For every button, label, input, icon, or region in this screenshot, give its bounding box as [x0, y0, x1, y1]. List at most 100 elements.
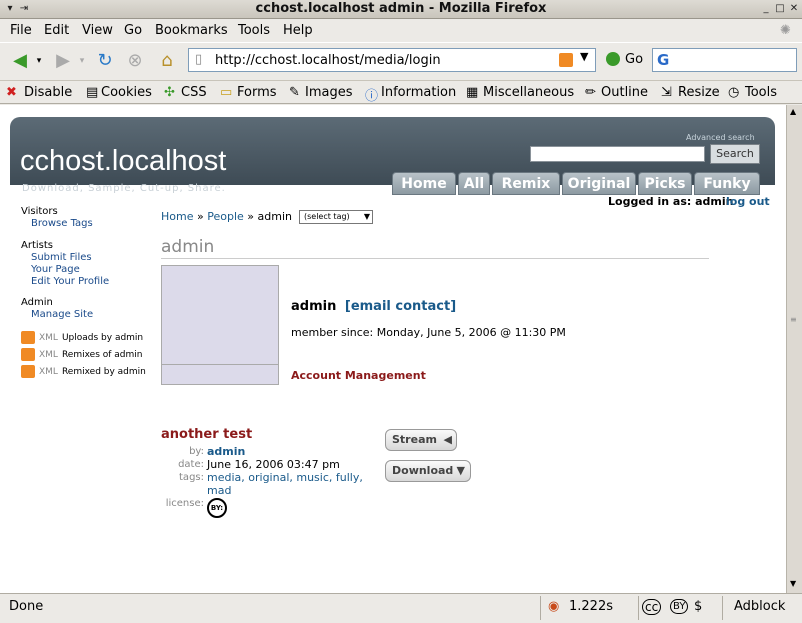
forward-icon[interactable]: ▶ — [50, 48, 76, 74]
rss-icon[interactable] — [21, 365, 35, 378]
dollar-icon[interactable]: $ — [694, 599, 702, 614]
upload-author-link[interactable]: admin — [207, 445, 245, 458]
chevron-down-icon: ▼ — [456, 464, 465, 477]
breadcrumb: Home » People » admin — [161, 210, 292, 223]
vertical-scrollbar[interactable]: ▲ ≡ ▼ — [786, 105, 802, 593]
tags-label: tags: — [179, 472, 204, 483]
license-badge[interactable]: BY: — [207, 498, 227, 518]
miscellaneous-icon: ▦ — [466, 85, 479, 100]
tag-select[interactable]: (select tag) ▼ — [299, 210, 373, 224]
images-menu[interactable]: Images — [305, 85, 353, 100]
sidebar-item-submit-files[interactable]: Submit Files — [31, 252, 92, 263]
menu-file[interactable]: File — [10, 23, 32, 38]
timer-icon: ◉ — [548, 599, 560, 614]
menubar: File Edit View Go Bookmarks Tools Help ✺ — [0, 20, 802, 42]
reload-icon[interactable]: ↻ — [92, 48, 118, 74]
information-menu[interactable]: Information — [381, 85, 456, 100]
back-dropdown-icon[interactable]: ▾ — [34, 48, 44, 74]
forms-icon: ▭ — [220, 85, 233, 100]
sidebar-item-manage-site[interactable]: Manage Site — [31, 309, 93, 320]
go-icon[interactable] — [606, 52, 620, 66]
tools-icon: ◷ — [728, 85, 740, 100]
resize-icon: ⇲ — [661, 85, 672, 100]
close-icon[interactable]: ✕ — [788, 3, 800, 15]
status-text: Done — [9, 599, 44, 614]
sidebar-item-your-page[interactable]: Your Page — [31, 264, 80, 275]
menu-help[interactable]: Help — [283, 23, 313, 38]
tab-funky[interactable]: Funky — [694, 172, 760, 195]
site-tagline: Download, Sample, Cut-up, Share. — [22, 183, 226, 194]
resize-menu[interactable]: Resize — [678, 85, 720, 100]
breadcrumb-people[interactable]: People — [207, 210, 244, 223]
feed-uploads-link[interactable]: XML Uploads by admin — [39, 333, 143, 343]
tab-all[interactable]: All — [458, 172, 490, 195]
information-icon: ⓘ — [365, 89, 379, 104]
sidebar-item-browse-tags[interactable]: Browse Tags — [31, 218, 93, 229]
menu-bookmarks[interactable]: Bookmarks — [155, 23, 228, 38]
disable-menu[interactable]: Disable — [24, 85, 72, 100]
upload-date: June 16, 2006 03:47 pm — [207, 458, 340, 471]
menu-view[interactable]: View — [82, 23, 113, 38]
status-divider — [722, 596, 723, 620]
search-engine-input[interactable]: G — [652, 48, 797, 72]
site-search-button[interactable]: Search — [710, 144, 760, 164]
breadcrumb-home[interactable]: Home — [161, 210, 193, 223]
chevron-down-icon: ▼ — [363, 212, 370, 221]
tab-remix[interactable]: Remix — [492, 172, 560, 195]
logout-link[interactable]: log out — [726, 195, 770, 208]
tools-menu[interactable]: Tools — [745, 85, 777, 100]
sidebar-item-edit-profile[interactable]: Edit Your Profile — [31, 276, 109, 287]
stop-icon[interactable]: ⊗ — [122, 48, 148, 74]
rss-icon[interactable] — [21, 348, 35, 361]
css-menu[interactable]: CSS — [181, 85, 207, 100]
page-title: admin — [161, 237, 215, 257]
forms-menu[interactable]: Forms — [237, 85, 277, 100]
back-icon[interactable]: ◀ — [6, 48, 34, 74]
site-name[interactable]: cchost.localhost — [20, 145, 226, 178]
menu-tools[interactable]: Tools — [238, 23, 270, 38]
upload-tags[interactable]: media, original, music, fully, — [207, 471, 363, 484]
go-button[interactable]: Go — [625, 52, 643, 67]
minimize-icon[interactable]: _ — [760, 3, 772, 15]
forward-dropdown-icon[interactable]: ▾ — [77, 48, 87, 74]
status-bar: Done ◉ 1.222s cc BY $ Adblock — [0, 593, 802, 623]
scroll-grip-icon[interactable]: ≡ — [790, 315, 797, 324]
site-search-input[interactable] — [530, 146, 705, 162]
home-icon[interactable]: ⌂ — [154, 48, 180, 74]
upload-tags-continued[interactable]: mad — [207, 484, 231, 497]
feed-remixes-of-link[interactable]: XML Remixes of admin — [39, 350, 142, 360]
rss-icon[interactable] — [21, 331, 35, 344]
member-since: member since: Monday, June 5, 2006 @ 11:… — [291, 326, 566, 339]
scroll-down-icon[interactable]: ▼ — [790, 579, 796, 588]
download-button[interactable]: Download ▼ — [385, 460, 471, 482]
cookies-menu[interactable]: Cookies — [101, 85, 152, 100]
menu-go[interactable]: Go — [124, 23, 142, 38]
stream-button[interactable]: Stream ◀ — [385, 429, 457, 451]
miscellaneous-menu[interactable]: Miscellaneous — [483, 85, 574, 100]
page-icon: ▯ — [195, 52, 203, 67]
email-contact-link[interactable]: [email contact] — [345, 299, 456, 314]
by-icon[interactable]: BY — [670, 599, 689, 614]
feed-icon[interactable] — [559, 53, 573, 67]
developer-toolbar: ✖ Disable ▤ Cookies ✣ CSS ▭ Forms ✎ Imag… — [0, 80, 802, 104]
adblock-button[interactable]: Adblock — [734, 599, 785, 614]
tab-original[interactable]: Original — [562, 172, 636, 195]
sidebar-heading-artists: Artists — [21, 240, 53, 251]
disable-icon: ✖ — [6, 85, 17, 100]
maximize-icon[interactable]: □ — [774, 3, 786, 15]
images-icon: ✎ — [289, 85, 300, 100]
css-icon: ✣ — [164, 85, 175, 100]
scroll-up-icon[interactable]: ▲ — [790, 107, 796, 116]
advanced-search-link[interactable]: Advanced search — [686, 133, 755, 142]
upload-title-link[interactable]: another test — [161, 427, 252, 442]
url-input[interactable]: ▯ http://cchost.localhost/media/login — [188, 48, 596, 72]
account-management-link[interactable]: Account Management — [291, 369, 426, 382]
menu-edit[interactable]: Edit — [44, 23, 69, 38]
url-dropdown-icon[interactable]: ▼ — [580, 50, 588, 63]
tab-picks[interactable]: Picks — [638, 172, 692, 195]
outline-menu[interactable]: Outline — [601, 85, 648, 100]
cc-icon[interactable]: cc — [642, 599, 662, 615]
tab-home[interactable]: Home — [392, 172, 456, 195]
google-icon[interactable]: G — [657, 51, 669, 69]
feed-remixed-by-link[interactable]: XML Remixed by admin — [39, 367, 146, 377]
